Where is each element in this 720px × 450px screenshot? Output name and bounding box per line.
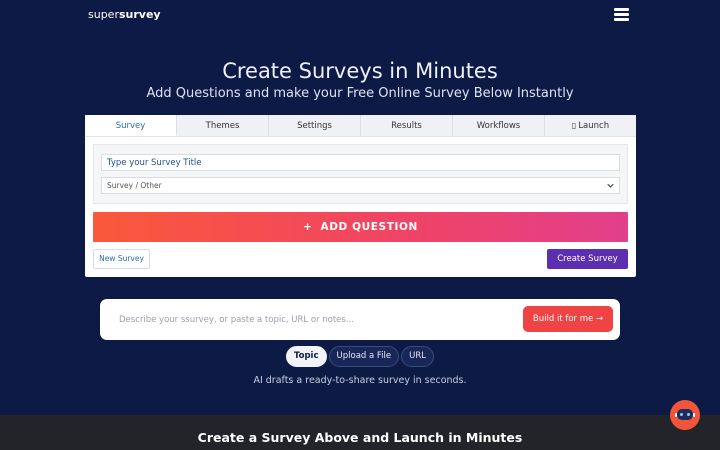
bot-ear-right: [693, 413, 695, 417]
new-survey-button[interactable]: New Survey: [93, 249, 150, 269]
ai-prompt-input[interactable]: [112, 308, 512, 331]
ai-note: AI drafts a ready-to-share survey in sec…: [253, 375, 467, 386]
survey-category-select[interactable]: Survey / Other: [101, 177, 620, 194]
build-it-button[interactable]: Build it for me →: [523, 306, 613, 332]
chatbot-icon[interactable]: [670, 400, 700, 430]
tab-survey[interactable]: Survey: [85, 115, 177, 136]
bot-eye-right: [687, 413, 690, 416]
plus-icon: +: [303, 221, 313, 233]
editor-tabs: Survey Themes Settings Results Workflows…: [85, 115, 636, 137]
tab-launch-label: Launch: [578, 121, 610, 131]
rocket-icon: ▯: [571, 121, 577, 130]
chevron-down-icon: [607, 183, 614, 188]
ai-prompt-box: Build it for me →: [100, 299, 620, 340]
bot-eye-left: [680, 413, 683, 416]
mode-upload-file[interactable]: Upload a File: [328, 346, 400, 367]
add-question-button[interactable]: + ADD QUESTION: [93, 212, 628, 242]
top-bar: supersurvey: [0, 0, 720, 30]
hamburger-icon[interactable]: [614, 8, 629, 21]
mode-url[interactable]: URL: [401, 346, 435, 367]
logo-text-bold: survey: [118, 8, 161, 21]
create-survey-button[interactable]: Create Survey: [547, 249, 628, 269]
survey-category-value: Survey / Other: [107, 181, 162, 190]
tab-workflows[interactable]: Workflows: [453, 115, 545, 136]
ai-mode-pills: Topic Upload a File URL: [0, 346, 720, 367]
footer-title: Create a Survey Above and Launch in Minu…: [197, 430, 523, 445]
hero-title: Create Surveys in Minutes: [222, 59, 498, 83]
add-question-label: ADD QUESTION: [320, 221, 418, 233]
survey-editor: Survey Themes Settings Results Workflows…: [85, 115, 636, 277]
tab-themes[interactable]: Themes: [177, 115, 269, 136]
mode-topic[interactable]: Topic: [285, 346, 327, 367]
tab-results[interactable]: Results: [361, 115, 453, 136]
bot-ear-left: [675, 413, 677, 417]
hero-subtitle: Add Questions and make your Free Online …: [146, 86, 574, 101]
logo[interactable]: supersurvey: [88, 8, 161, 21]
survey-title-input[interactable]: [101, 154, 620, 171]
logo-text-light: super: [88, 8, 119, 21]
tab-launch[interactable]: ▯ Launch: [545, 115, 636, 136]
tab-settings[interactable]: Settings: [269, 115, 361, 136]
survey-form: Survey / Other: [93, 144, 628, 204]
footer-band: Create a Survey Above and Launch in Minu…: [0, 415, 720, 450]
bot-face: [677, 409, 693, 420]
